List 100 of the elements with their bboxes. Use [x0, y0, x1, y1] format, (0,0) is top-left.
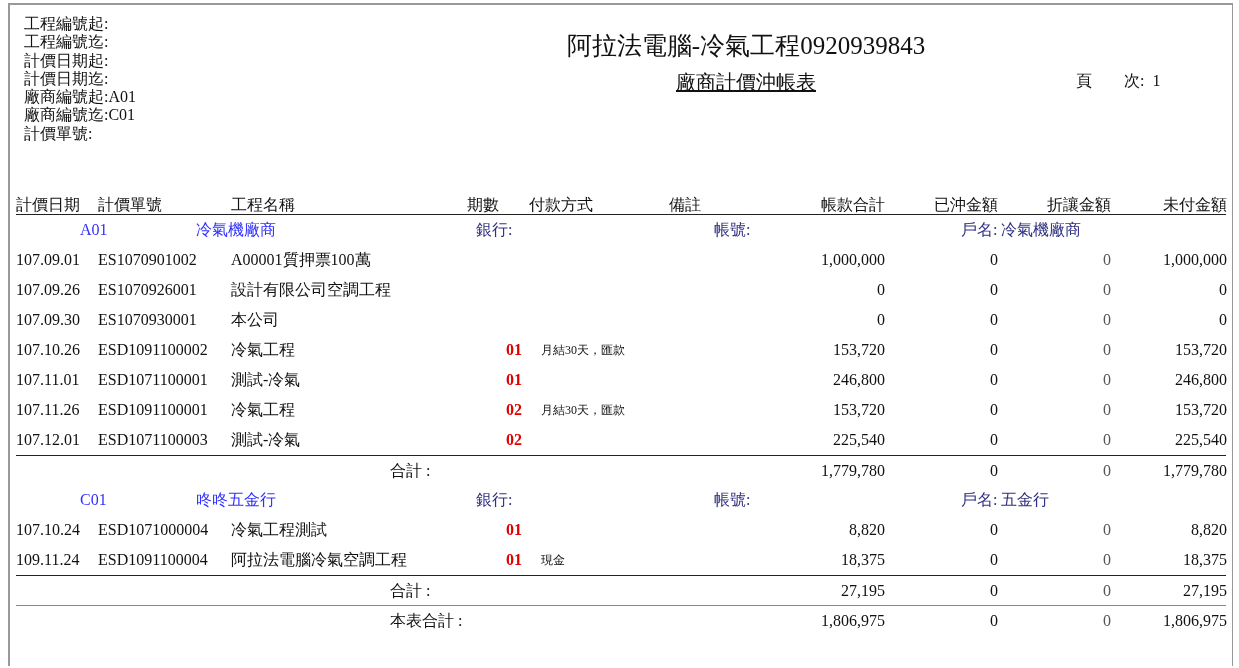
table-cell-text: 阿拉法電腦冷氣空調工程	[230, 550, 408, 570]
total-cell-text: 1,779,780	[820, 460, 885, 481]
table-cell-text: 0	[876, 310, 885, 330]
table-cell-text: ES1070901002	[98, 250, 198, 270]
table-cell-text: 246,800	[1174, 370, 1227, 390]
column-header: 付款方式	[528, 195, 594, 215]
table-cell-text: 冷氣工程	[230, 400, 296, 420]
table-cell-text: 107.11.26	[16, 400, 81, 420]
table-cell-text: 107.10.24	[16, 520, 81, 540]
total-cell-text: 0	[989, 610, 998, 631]
table-cell-text: 0	[1102, 370, 1111, 390]
table-cell-text: 01	[505, 550, 523, 570]
total-cell-text: 0	[1102, 580, 1111, 601]
column-header: 未付金額	[1162, 195, 1227, 215]
table-cell-text: 0	[989, 400, 998, 420]
table-cell-text: 0	[989, 280, 998, 300]
table-cell-text: 0	[1218, 310, 1227, 330]
table-cell-text: 冷氣工程	[230, 340, 296, 360]
table-cell-text: 0	[1102, 280, 1111, 300]
table-cell-text: 8,820	[1190, 520, 1227, 540]
table-cell-text: 153,720	[1174, 340, 1227, 360]
page-number: 1	[1152, 72, 1161, 89]
total-cell-text: 27,195	[840, 580, 885, 601]
table-cell-text: 冷氣工程測試	[230, 520, 328, 540]
filter-label: 工程編號迄:	[24, 33, 110, 52]
table-cell-text: 153,720	[1174, 400, 1227, 420]
table-cell-text: ES1070930001	[98, 310, 198, 330]
table-cell-text: 18,375	[840, 550, 885, 570]
total-label: 合計 :	[389, 580, 432, 601]
total-cell-text: 27,195	[1182, 580, 1227, 601]
table-cell-text: 02	[505, 430, 523, 450]
vendor-code: C01	[79, 490, 108, 510]
account-label: 帳號:	[713, 490, 752, 510]
vendor-name: 冷氣機廠商	[196, 220, 277, 240]
column-header: 期數	[466, 195, 500, 215]
table-cell-text: 18,375	[1182, 550, 1227, 570]
total-cell-text: 0	[1102, 610, 1111, 631]
table-cell-text: 0	[989, 340, 998, 360]
table-cell-text: ESD1091100002	[98, 340, 209, 360]
column-header: 折讓金額	[1046, 195, 1111, 215]
column-header: 帳款合計	[820, 195, 885, 215]
table-cell-text: 設計有限公司空調工程	[230, 280, 392, 300]
company-title: 阿拉法電腦-冷氣工程0920939843	[565, 31, 927, 61]
table-cell-text: 107.10.26	[16, 340, 81, 360]
table-cell-text: 107.11.01	[16, 370, 81, 390]
total-cell-text: 1,779,780	[1162, 460, 1227, 481]
table-cell-text: 0	[989, 250, 998, 270]
total-label: 本表合計 :	[389, 610, 464, 631]
total-cell-text: 0	[989, 460, 998, 481]
table-cell-text: 現金	[540, 552, 566, 569]
table-cell-text: 0	[1102, 550, 1111, 570]
vendor-code: A01	[79, 220, 109, 240]
table-cell-text: ESD1091100001	[98, 400, 209, 420]
table-cell-text: 0	[1102, 520, 1111, 540]
table-cell-text: 0	[1102, 430, 1111, 450]
table-cell-text: 02	[505, 400, 523, 420]
table-cell-text: 107.12.01	[16, 430, 81, 450]
table-cell-text: ESD1071100003	[98, 430, 209, 450]
table-cell-text: 1,000,000	[1162, 250, 1227, 270]
table-cell-text: 225,540	[832, 430, 885, 450]
bank-label: 銀行:	[476, 220, 514, 240]
table-cell-text: 測試-冷氣	[230, 430, 302, 450]
table-cell-text: 0	[989, 550, 998, 570]
table-cell-text: 225,540	[1174, 430, 1227, 450]
filter-label: 計價單號:	[24, 124, 94, 144]
table-cell-text: 153,720	[832, 400, 885, 420]
total-cell-text: 1,806,975	[1162, 610, 1227, 631]
column-header: 計價日期	[16, 195, 81, 215]
vendor-name: 咚咚五金行	[196, 490, 277, 510]
table-cell-text: A00001質押票100萬	[230, 250, 372, 270]
table-cell-text: 153,720	[832, 340, 885, 360]
table-cell-text: 測試-冷氣	[230, 370, 302, 390]
column-header: 工程名稱	[230, 195, 296, 215]
table-cell-text: ESD1091100004	[98, 550, 209, 570]
filter-label: 計價日期起:	[24, 51, 110, 70]
table-cell-text: ESD1071000004	[98, 520, 210, 540]
table-cell-text: 107.09.30	[16, 310, 81, 330]
filter-label: 計價日期迄:	[24, 69, 110, 88]
table-cell-text: ESD1071100001	[98, 370, 209, 390]
table-cell-text: 0	[1218, 280, 1227, 300]
table-cell-text: 107.09.26	[16, 280, 81, 300]
account-holder: 戶名: 五金行	[961, 490, 1051, 510]
table-cell-text: 本公司	[230, 310, 280, 330]
account-label: 帳號:	[713, 220, 752, 240]
table-cell-text: 月結30天，匯款	[540, 342, 626, 359]
table-cell-text: 0	[876, 280, 885, 300]
table-cell-text: 月結30天，匯款	[540, 402, 626, 419]
column-header: 已沖金額	[933, 195, 998, 215]
table-cell-text: 01	[505, 370, 523, 390]
table-cell-text: 246,800	[832, 370, 885, 390]
filter-label: 廠商編號迄:C01	[24, 106, 137, 125]
table-cell-text: 0	[1102, 310, 1111, 330]
table-cell-text: 01	[505, 520, 523, 540]
total-cell-text: 0	[989, 580, 998, 601]
table-cell-text: 109.11.24	[16, 550, 81, 570]
table-cell-text: 0	[989, 520, 998, 540]
total-label: 合計 :	[389, 460, 432, 481]
page-label: 頁 次:	[1076, 72, 1145, 89]
table-cell-text: 0	[989, 310, 998, 330]
report-title: 廠商計價沖帳表	[676, 70, 816, 95]
